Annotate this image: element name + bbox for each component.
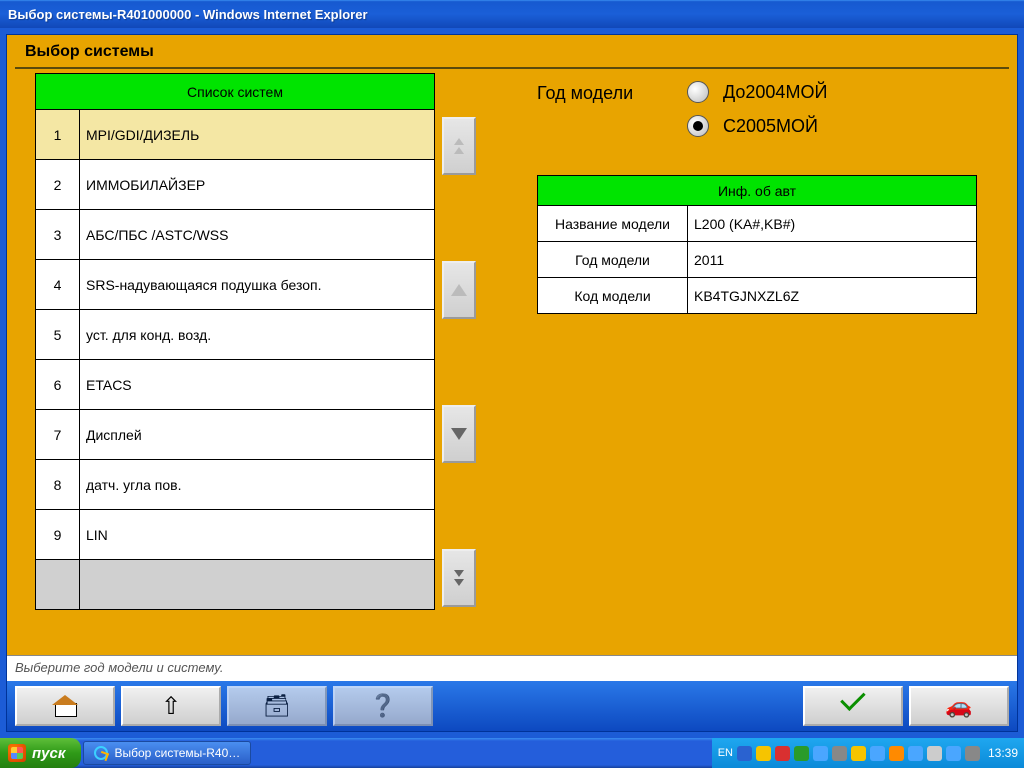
vehicle-button[interactable]: 🚗 [909,686,1009,726]
model-year-row: Год модели До2004МОЙ С2005МОЙ [537,81,989,137]
tray-icon[interactable] [908,746,923,761]
right-column: Год модели До2004МОЙ С2005МОЙ Инф. об а [477,73,1017,643]
taskbar-item[interactable]: Выбор системы-R40… [83,741,251,765]
radio-label: С2005МОЙ [723,116,818,137]
start-label: пуск [32,745,65,762]
system-row[interactable]: 8датч. угла пов. [36,460,435,510]
radio-icon [687,81,709,103]
tray-icon[interactable] [851,746,866,761]
car-icon: 🚗 [945,693,972,719]
page-body: Список систем 1MPI/GDI/ДИЗЕЛЬ 2ИММОБИЛАЙ… [7,73,1017,643]
scroll-up-button[interactable] [442,261,476,319]
home-button[interactable] [15,686,115,726]
windows-taskbar: пуск Выбор системы-R40… EN 13:39 [0,738,1024,768]
taskbar-item-label: Выбор системы-R40… [114,746,240,760]
vehicle-info-header: Инф. об авт [538,176,977,206]
up-arrow-icon: ⇧ [161,692,181,721]
list-scroll-buttons [441,73,477,613]
systems-column: Список систем 1MPI/GDI/ДИЗЕЛЬ 2ИММОБИЛАЙ… [35,73,477,643]
system-row[interactable]: 9LIN [36,510,435,560]
systems-header: Список систем [36,74,435,110]
start-button[interactable]: пуск [0,738,81,768]
page-title: Выбор системы [15,41,1009,69]
windows-logo-icon [8,744,26,762]
tray-icon[interactable] [794,746,809,761]
app-outer: Выбор системы Список систем 1MPI/GDI/ДИЗ… [0,28,1024,738]
system-row-empty [36,560,435,610]
system-row[interactable]: 6ETACS [36,360,435,410]
ie-icon [94,746,108,760]
home-icon [52,695,78,717]
bottom-toolbar: ⇧ 🗃 ❓ 🚗 [7,681,1017,731]
status-text: Выберите год модели и систему. [15,660,224,675]
tray-icon[interactable] [946,746,961,761]
system-tray[interactable]: EN 13:39 [712,738,1024,768]
tray-icon[interactable] [756,746,771,761]
window-title-bar: Выбор системы-R401000000 - Windows Inter… [0,0,1024,28]
radio-icon [687,115,709,137]
system-row[interactable]: 2ИММОБИЛАЙЗЕР [36,160,435,210]
help-icon: ❓ [369,693,396,719]
tray-icon[interactable] [737,746,752,761]
system-row[interactable]: 1MPI/GDI/ДИЗЕЛЬ [36,110,435,160]
help-button[interactable]: ❓ [333,686,433,726]
table-row: Год модели2011 [538,242,977,278]
back-button[interactable]: ⇧ [121,686,221,726]
radio-label: До2004МОЙ [723,82,827,103]
system-row[interactable]: 3АБС/ПБС /ASTC/WSS [36,210,435,260]
model-year-radio-group: До2004МОЙ С2005МОЙ [687,81,827,137]
printer-icon: 🗃 [263,693,291,719]
model-year-label: Год модели [537,81,687,104]
tray-icon[interactable] [775,746,790,761]
system-row[interactable]: 4SRS-надувающаяся подушка безоп. [36,260,435,310]
tray-icon[interactable] [927,746,942,761]
system-row[interactable]: 7Дисплей [36,410,435,460]
status-bar: Выберите год модели и систему. [7,655,1017,681]
print-button[interactable]: 🗃 [227,686,327,726]
ok-button[interactable] [803,686,903,726]
app-frame: Выбор системы Список систем 1MPI/GDI/ДИЗ… [6,34,1018,732]
tray-icon[interactable] [832,746,847,761]
tray-icon[interactable] [870,746,885,761]
clock[interactable]: 13:39 [988,746,1018,760]
window-title: Выбор системы-R401000000 - Windows Inter… [8,7,368,22]
table-row: Код моделиKB4TGJNXZL6Z [538,278,977,314]
check-icon [840,696,866,716]
language-indicator[interactable]: EN [718,747,733,759]
vehicle-info-table: Инф. об авт Название моделиL200 (KA#,KB#… [537,175,977,314]
scroll-down-button[interactable] [442,405,476,463]
scroll-bottom-button[interactable] [442,549,476,607]
radio-pre2004[interactable]: До2004МОЙ [687,81,827,103]
tray-icon[interactable] [889,746,904,761]
tray-icon[interactable] [813,746,828,761]
systems-table: Список систем 1MPI/GDI/ДИЗЕЛЬ 2ИММОБИЛАЙ… [35,73,435,610]
radio-from2005[interactable]: С2005МОЙ [687,115,827,137]
table-row: Название моделиL200 (KA#,KB#) [538,206,977,242]
scroll-top-button[interactable] [442,117,476,175]
tray-icon[interactable] [965,746,980,761]
system-row[interactable]: 5уст. для конд. возд. [36,310,435,360]
